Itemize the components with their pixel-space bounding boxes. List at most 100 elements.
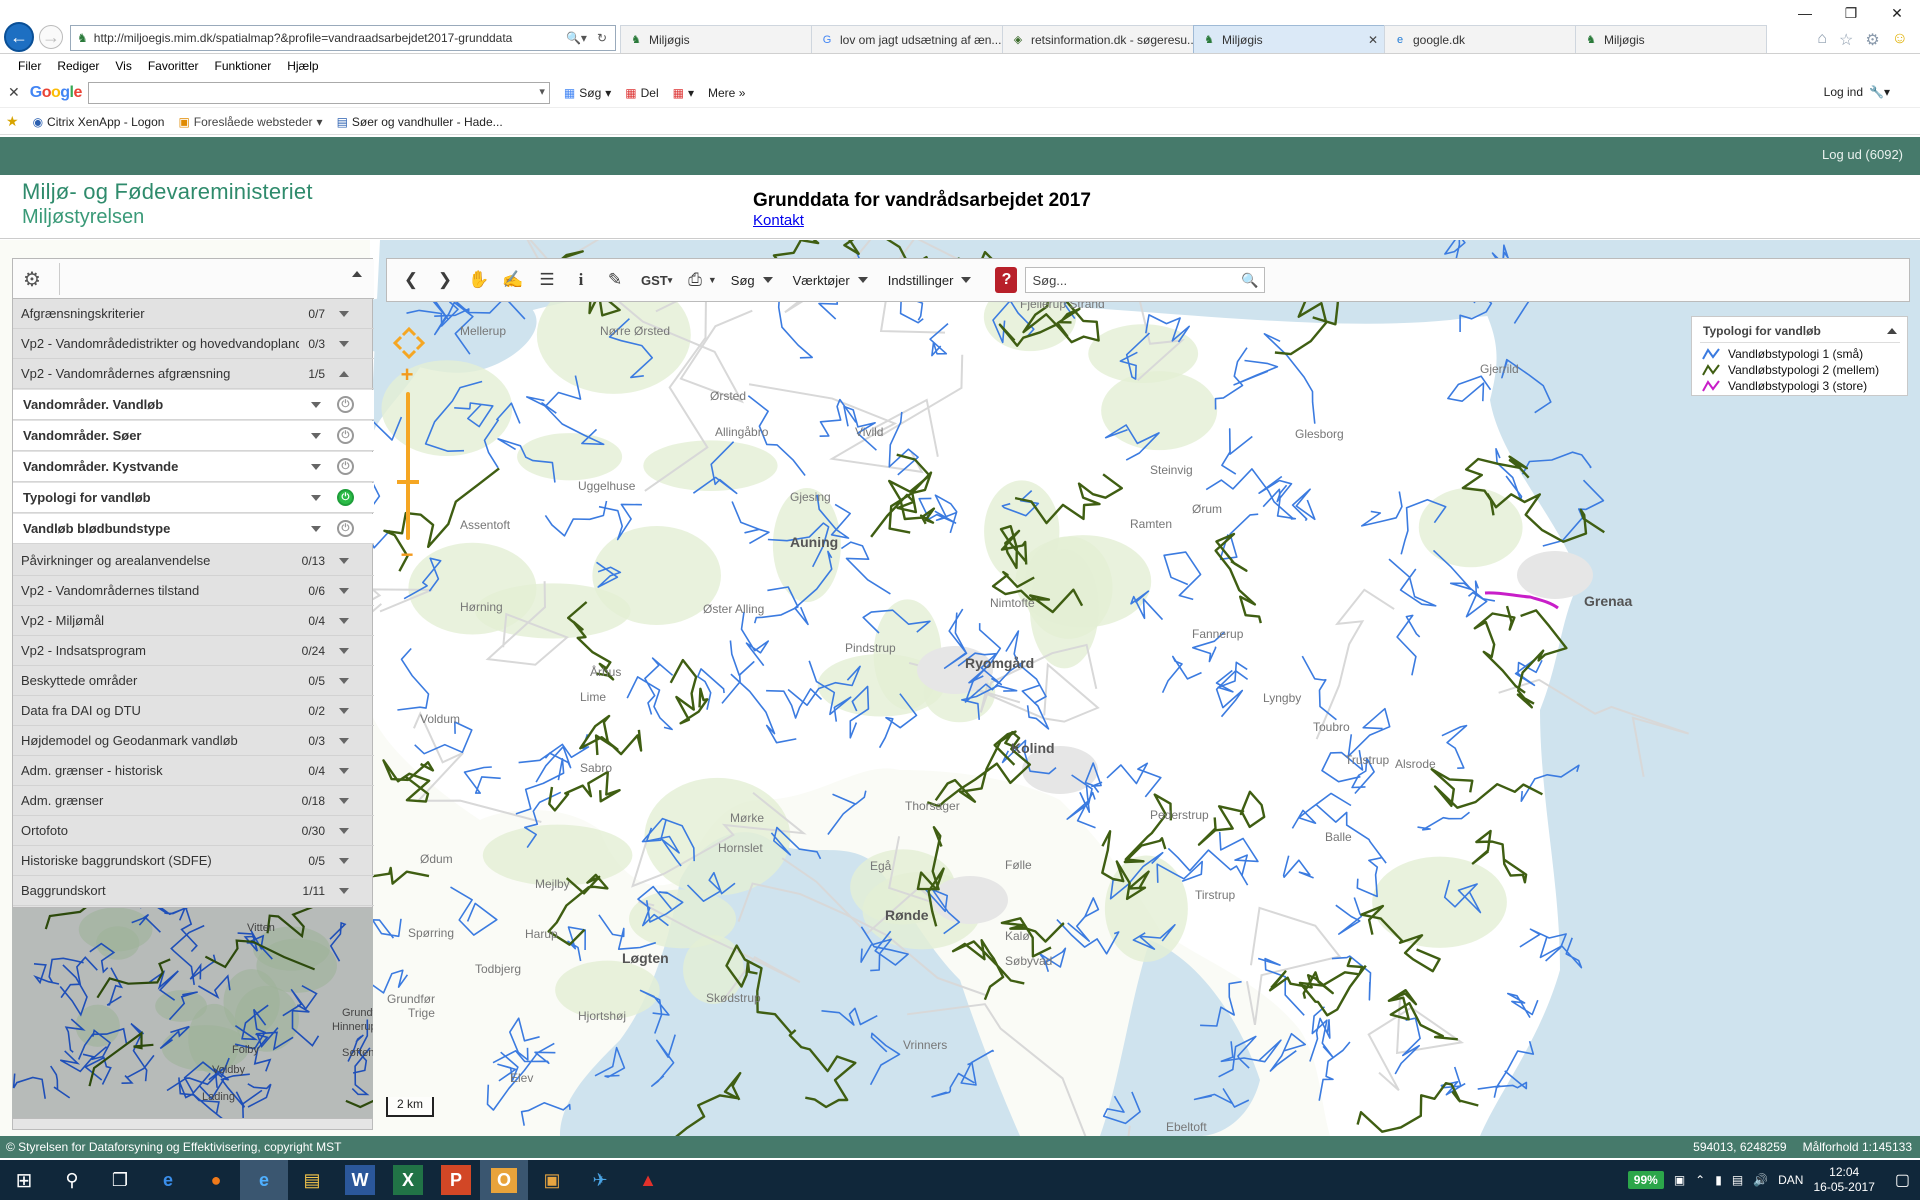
tab-4[interactable]: e google.dk (1384, 25, 1576, 53)
sublayer-item[interactable]: Typologi for vandløb ⏻ (13, 483, 374, 513)
menu-5[interactable]: Hjælp (279, 59, 326, 73)
tab-2[interactable]: ◈ retsinformation.dk - søgeresu... (1002, 25, 1194, 53)
chevron-down-icon[interactable] (339, 887, 349, 894)
powerpoint-icon[interactable]: P (441, 1165, 471, 1195)
collapse-legend-icon[interactable] (1887, 328, 1897, 334)
excel-icon[interactable]: X (393, 1165, 423, 1195)
tab-1[interactable]: Glov om jagt udsætning af æn... (811, 25, 1003, 53)
forward-button[interactable]: → (39, 25, 63, 49)
tools-menu[interactable]: Værktøjer (793, 273, 868, 288)
collapse-panel-icon[interactable] (352, 271, 362, 277)
overview-map[interactable]: Vitten Grundfør Hinnerup Søften Folby Voldby L… (12, 908, 373, 1118)
pan-arrows-icon[interactable] (392, 326, 426, 360)
help-icon[interactable]: ? (995, 267, 1018, 293)
sublayer-item[interactable]: Vandområder. Søer ⏻ (13, 421, 374, 451)
battery-indicator[interactable]: 99% (1627, 1171, 1664, 1189)
back-button[interactable]: ← (4, 22, 34, 52)
layer-group[interactable]: Baggrundskort 1/11 (13, 876, 374, 906)
chevron-right-icon[interactable]: ❯ (429, 264, 461, 296)
google-more-button[interactable]: Mere » (708, 86, 745, 100)
chevron-down-icon[interactable] (339, 340, 349, 347)
home-icon[interactable]: ⌂ (1817, 30, 1827, 50)
gst-menu[interactable]: GST ▾ (639, 264, 674, 296)
eraser-icon[interactable]: ✎ (599, 264, 631, 296)
chevron-down-icon[interactable] (311, 494, 321, 501)
network-icon[interactable]: ▤ (1732, 1173, 1743, 1187)
search-icon[interactable]: ⚲ (48, 1160, 96, 1200)
search-menu[interactable]: Søg (731, 273, 773, 288)
layer-group[interactable]: Ortofoto 0/30 (13, 816, 374, 846)
layer-group[interactable]: Vp2 - Vandområdernes tilstand 0/6 (13, 576, 374, 606)
layer-group[interactable]: Afgrænsningskriterier 0/7 (13, 299, 374, 329)
file-explorer-icon[interactable]: ▤ (288, 1160, 336, 1200)
layer-group[interactable]: Historiske baggrundskort (SDFE) 0/5 (13, 846, 374, 876)
notifications-icon[interactable]: ▢ (1895, 1170, 1910, 1190)
close-tab-icon[interactable]: ✕ (1368, 33, 1378, 47)
chevron-down-icon[interactable] (339, 857, 349, 864)
chevron-up-icon[interactable] (339, 370, 349, 377)
sublayer-item[interactable]: Vandområder. Vandløb ⏻ (13, 390, 374, 420)
zoom-in-button[interactable]: + (394, 362, 420, 388)
chevron-down-icon[interactable] (339, 617, 349, 624)
close-window-button[interactable]: ✕ (1874, 0, 1920, 26)
zoom-slider[interactable] (406, 392, 410, 540)
menu-2[interactable]: Vis (107, 59, 139, 73)
close-toolbar-icon[interactable]: ✕ (8, 84, 20, 101)
chevron-down-icon[interactable] (339, 310, 349, 317)
refresh-icon[interactable]: ↻ (597, 31, 607, 45)
chevron-down-icon[interactable] (339, 707, 349, 714)
favorite-citrix[interactable]: ◉ Citrix XenApp - Logon (33, 115, 165, 129)
google-share-button[interactable]: ▦ Del (625, 86, 658, 100)
power-toggle-icon[interactable]: ⏻ (337, 489, 354, 506)
panel-scrollbar[interactable] (12, 1118, 373, 1130)
chevron-down-icon[interactable] (339, 827, 349, 834)
menu-4[interactable]: Funktioner (207, 59, 280, 73)
layer-group[interactable]: Vp2 - Vandområdernes afgrænsning 1/5 (13, 359, 374, 389)
favorites-star-icon[interactable]: ☆ (1839, 30, 1853, 50)
gear-icon[interactable]: ⚙ (23, 267, 41, 292)
search-icon[interactable]: 🔍 (1241, 272, 1258, 289)
internet-explorer-icon[interactable]: e (240, 1160, 288, 1200)
layers-list-icon[interactable]: ☰ (531, 264, 563, 296)
menu-0[interactable]: Filer (10, 59, 49, 73)
layer-group[interactable]: Vp2 - Indsatsprogram 0/24 (13, 636, 374, 666)
word-icon[interactable]: W (345, 1165, 375, 1195)
power-toggle-icon[interactable]: ⏻ (337, 458, 354, 475)
map-search-input[interactable]: Søg... 🔍 (1025, 267, 1266, 293)
smiley-feedback-icon[interactable]: ☺ (1892, 30, 1908, 50)
identify-icon[interactable]: ✍ (497, 264, 529, 296)
firefox-icon[interactable]: ● (192, 1160, 240, 1200)
menu-1[interactable]: Rediger (49, 59, 107, 73)
tab-3[interactable]: ♞ Miljøgis ✕ (1193, 25, 1385, 53)
layer-group[interactable]: Højdemodel og Geodanmark vandløb 0/3 (13, 726, 374, 756)
layer-group[interactable]: Adm. grænser 0/18 (13, 786, 374, 816)
chevron-down-icon[interactable] (311, 432, 321, 439)
task-view-icon[interactable]: ❐ (96, 1160, 144, 1200)
acrobat-icon[interactable]: ▲ (624, 1160, 672, 1200)
chevron-left-icon[interactable]: ❮ (395, 264, 427, 296)
contact-link[interactable]: Kontakt (753, 212, 804, 229)
google-search-button[interactable]: ▦ Søg ▾ (564, 86, 611, 100)
pan-hand-icon[interactable]: ✋ (463, 264, 495, 296)
print-icon[interactable]: ⎙ ▼ (686, 264, 719, 296)
chevron-down-icon[interactable] (339, 587, 349, 594)
language-indicator[interactable]: DAN (1778, 1173, 1803, 1187)
add-favorite-icon[interactable]: ★ (6, 113, 19, 130)
layer-group[interactable]: Data fra DAI og DTU 0/2 (13, 696, 374, 726)
app-icon-blue[interactable]: ✈ (576, 1160, 624, 1200)
layer-group[interactable]: Adm. grænser - historisk 0/4 (13, 756, 374, 786)
zoom-slider-handle[interactable] (397, 480, 419, 484)
tab-5[interactable]: ♞ Miljøgis (1575, 25, 1767, 53)
favorite-soer[interactable]: ▤ Søer og vandhuller - Hade... (337, 115, 503, 129)
outlook-icon[interactable]: O (480, 1160, 528, 1200)
battery-icon[interactable]: ▮ (1715, 1173, 1722, 1187)
google-search-input[interactable] (87, 81, 550, 104)
sublayer-item[interactable]: Vandområder. Kystvande ⏻ (13, 452, 374, 482)
layer-group[interactable]: Beskyttede områder 0/5 (13, 666, 374, 696)
google-plus-button[interactable]: ▦ ▾ (673, 86, 694, 100)
info-icon[interactable]: i (565, 264, 597, 296)
chevron-down-icon[interactable] (311, 463, 321, 470)
google-login[interactable]: Log ind 🔧▾ (1824, 85, 1890, 99)
chevron-down-icon[interactable] (339, 797, 349, 804)
tray-app-icon[interactable]: ▣ (1674, 1173, 1685, 1187)
